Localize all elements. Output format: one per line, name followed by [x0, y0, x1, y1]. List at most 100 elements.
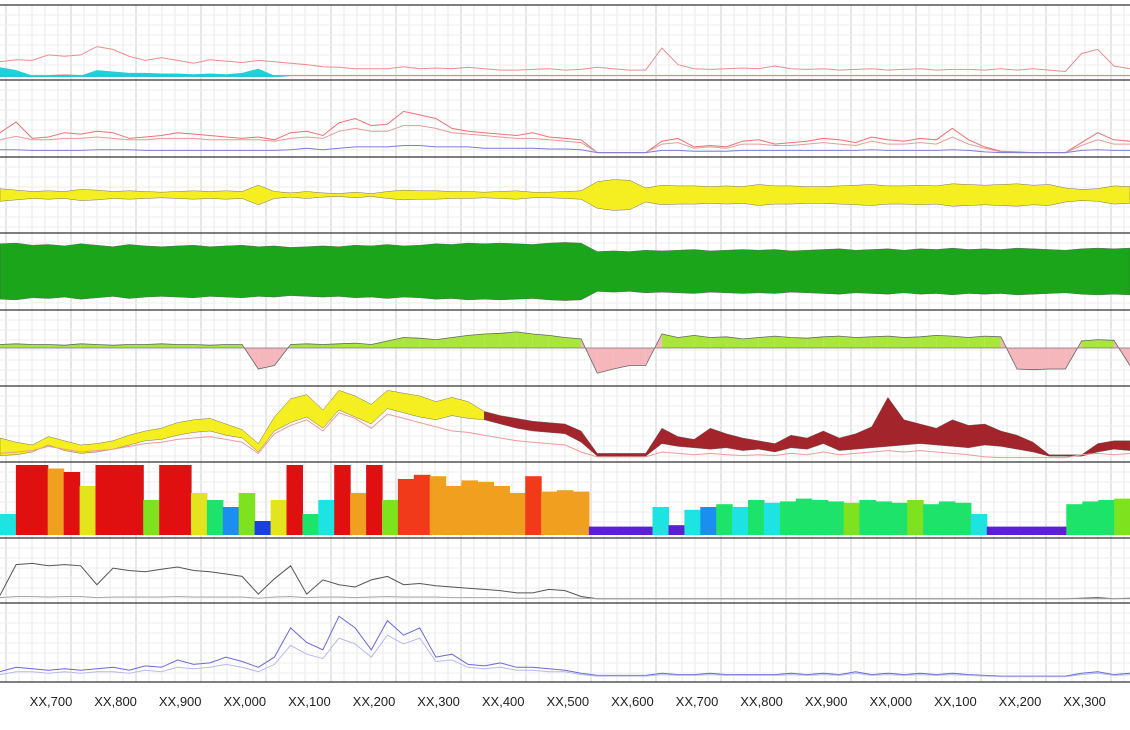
track-7-bar: [1098, 500, 1115, 535]
track-7-bar: [15, 465, 33, 535]
x-tick-label: XX,700: [29, 694, 73, 709]
track-7-bar: [366, 465, 383, 535]
track-7-bar: [509, 493, 526, 535]
x-tick-label: XX,900: [158, 694, 202, 709]
track-5-segment: [823, 336, 840, 348]
track-7-bar: [429, 476, 447, 535]
track-7-bar: [763, 502, 781, 535]
track-5-segment: [532, 334, 549, 348]
track-5-segment: [839, 336, 856, 348]
track-7-bar: [111, 465, 128, 535]
track-7-bar: [732, 507, 749, 535]
track-7-bar: [748, 500, 765, 535]
track-5-segment: [791, 337, 808, 348]
track-7-bar: [0, 514, 17, 535]
x-tick-label: XX,400: [481, 694, 525, 709]
track-7-bar: [652, 507, 669, 535]
track-7-bar: [334, 465, 351, 535]
track-7-bar: [1050, 526, 1067, 535]
track-7-bar: [191, 493, 208, 535]
track-7-bar: [875, 501, 892, 535]
track-7-bar: [1018, 526, 1036, 535]
track-5-segment: [468, 334, 485, 348]
track-7-bar: [31, 465, 49, 535]
track-7-bar: [716, 504, 733, 535]
track-5-segment: [226, 344, 243, 348]
track-5-segment: [920, 335, 937, 348]
track-7-bar: [143, 500, 160, 535]
track-5-segment: [177, 344, 194, 348]
track-7-bar: [461, 480, 478, 535]
track-7-bar: [270, 500, 288, 535]
x-tick-label: XX,800: [740, 694, 783, 709]
track-7-bar: [923, 504, 940, 535]
track-7-bar: [779, 501, 797, 535]
x-tick-label: XX,000: [869, 694, 913, 709]
track-7-bar: [795, 498, 813, 535]
track-5-segment: [629, 348, 646, 366]
x-tick-label: XX,800: [94, 694, 137, 709]
track-7-bar: [907, 500, 924, 535]
track-7-bar: [811, 500, 829, 535]
track-5-segment: [887, 336, 904, 348]
x-tick-label: XX,500: [546, 694, 590, 709]
track-5-segment: [1017, 348, 1034, 370]
x-tick-label: XX,300: [1063, 694, 1106, 709]
x-tick-label: XX,000: [223, 694, 267, 709]
x-tick-label: XX,100: [934, 694, 977, 709]
track-5-segment: [403, 337, 420, 348]
track-7-bar: [413, 474, 431, 535]
track-5-segment: [968, 336, 985, 348]
x-tick-label: XX,600: [611, 694, 654, 709]
track-7-bar: [238, 493, 256, 535]
track-7-bar: [445, 486, 463, 535]
x-tick-label: XX,300: [417, 694, 460, 709]
track-7-bar: [557, 490, 574, 535]
track-7-bar: [222, 507, 240, 535]
track-7-bar: [588, 526, 606, 535]
track-5-segment: [1033, 348, 1050, 370]
x-tick-label: XX,200: [998, 694, 1042, 709]
track-7-bar: [700, 507, 717, 535]
x-tick-label: XX,200: [352, 694, 396, 709]
track-7-bar: [63, 472, 81, 535]
track-7-bar: [1066, 504, 1083, 535]
track-5-segment: [758, 336, 775, 348]
track-7-bar: [986, 526, 1004, 535]
track-7-bar: [525, 476, 542, 535]
track-7-bar: [1082, 501, 1099, 535]
track-7-bar: [620, 526, 638, 535]
x-tick-label: XX,700: [675, 694, 719, 709]
track-7-bar: [668, 525, 685, 535]
track-7-bar: [79, 486, 97, 535]
x-tick-label: XX,900: [804, 694, 848, 709]
track-7-bar: [318, 500, 335, 535]
track-7-bar: [859, 500, 876, 535]
track-5-segment: [516, 331, 533, 348]
track-7-bar: [286, 465, 303, 535]
track-5-segment: [936, 335, 953, 348]
track-7-bar: [95, 465, 112, 535]
track-5-segment: [952, 336, 969, 348]
track-5-segment: [129, 344, 146, 348]
track-5-segment: [774, 336, 791, 348]
track-7-bar: [350, 493, 367, 535]
track-5-segment: [1097, 339, 1114, 348]
track-7-bar: [939, 501, 956, 535]
track-7-bar: [382, 500, 399, 535]
track-7-bar: [127, 465, 144, 535]
track-7-bar: [477, 481, 494, 535]
track-5-segment: [710, 336, 727, 348]
track-7-bar: [573, 491, 590, 535]
track-7-bar: [827, 501, 845, 535]
track-7-bar: [302, 514, 319, 535]
track-7-bar: [1002, 526, 1020, 535]
track-5-segment: [32, 344, 49, 348]
track-7-bar: [891, 502, 908, 535]
track-7-bar: [159, 465, 176, 535]
track-7-bar: [970, 514, 988, 535]
track-7-bar: [843, 502, 860, 535]
track-5-segment: [871, 336, 888, 348]
track-7-bar: [954, 502, 972, 535]
track-5-segment: [807, 336, 824, 348]
